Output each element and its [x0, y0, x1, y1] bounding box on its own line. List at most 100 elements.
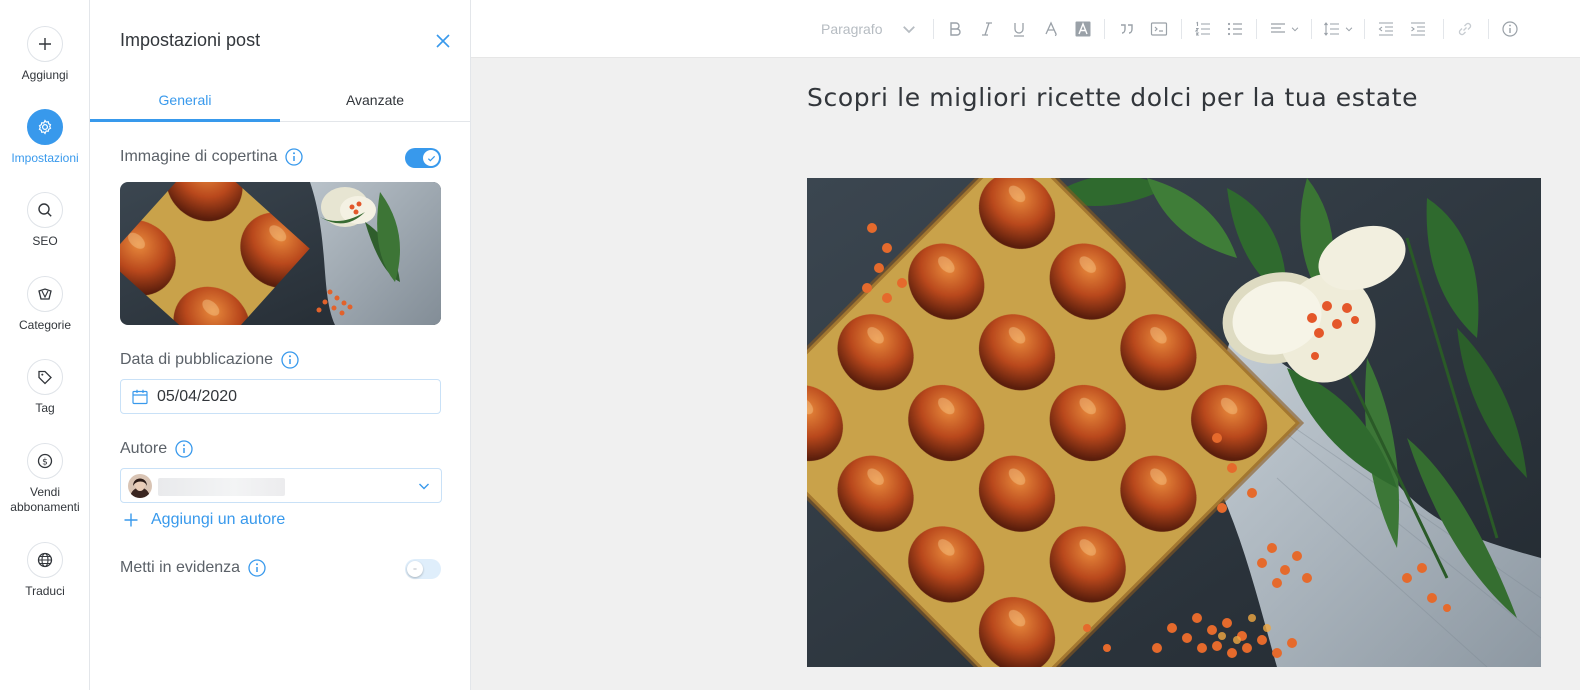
add-author-label: Aggiungi un autore	[151, 511, 286, 528]
cover-image-toggle[interactable]	[405, 148, 441, 168]
decrease-indent-button[interactable]	[1377, 19, 1395, 39]
rail-label: Aggiungi	[21, 68, 69, 82]
paragraph-style-select[interactable]: Paragrafo	[821, 19, 918, 39]
line-spacing-icon	[1324, 22, 1339, 36]
ordered-list-icon	[1194, 21, 1210, 36]
featured-toggle[interactable]	[405, 559, 441, 579]
panel-tabs: Generali Avanzate	[90, 78, 471, 122]
link-icon	[1458, 22, 1472, 36]
chevron-down-icon	[1291, 27, 1299, 32]
publish-date-value: 05/04/2020	[157, 387, 238, 405]
italic-icon	[982, 22, 992, 36]
rail-label: SEO	[32, 234, 58, 248]
search-icon	[27, 192, 63, 228]
decrease-indent-icon	[1378, 22, 1393, 36]
toolbar-divider	[1488, 19, 1489, 39]
publish-date-field[interactable]: 05/04/2020	[120, 379, 441, 414]
info-icon[interactable]	[285, 148, 304, 166]
highlight-button[interactable]	[1074, 19, 1092, 39]
svg-text:$: $	[42, 457, 48, 467]
globe-icon	[27, 542, 63, 578]
quote-button[interactable]	[1118, 19, 1136, 39]
info-icon[interactable]	[248, 559, 266, 577]
ordered-list-button[interactable]	[1194, 19, 1212, 39]
rail-label: Impostazioni	[11, 151, 79, 165]
italic-button[interactable]	[978, 19, 996, 39]
link-button[interactable]	[1456, 19, 1474, 39]
plus-icon	[27, 26, 63, 62]
info-icon[interactable]	[175, 440, 193, 458]
underline-button[interactable]	[1010, 19, 1028, 39]
post-settings-panel: Impostazioni post Generali Avanzate Imma…	[90, 0, 471, 690]
author-name-redacted	[158, 478, 285, 496]
info-icon[interactable]	[281, 351, 299, 369]
rail-label: Tag	[35, 401, 55, 415]
close-icon	[436, 34, 450, 48]
bullet-list-button[interactable]	[1226, 19, 1244, 39]
publish-date-label-text: Data di pubblicazione	[120, 351, 273, 368]
underline-icon	[1014, 23, 1024, 37]
tag-icon	[27, 359, 63, 395]
post-editor: Paragrafo Scopri le migliori ricette dol…	[471, 0, 1580, 690]
toolbar-divider	[1311, 19, 1312, 39]
bold-icon	[950, 22, 961, 36]
cover-image-label-text: Immagine di copertina	[120, 148, 278, 165]
close-button[interactable]	[433, 31, 453, 51]
rail-item-translate[interactable]: Traduci	[0, 542, 90, 599]
author-label-text: Autore	[120, 440, 168, 457]
tab-generali[interactable]: Generali	[90, 78, 280, 122]
rail-item-tag[interactable]: Tag	[0, 359, 90, 416]
calendar-icon	[132, 389, 148, 404]
rail-item-add[interactable]: Aggiungi	[0, 26, 90, 83]
toolbar-divider	[1181, 19, 1182, 39]
align-icon	[1271, 23, 1285, 33]
featured-label-text: Metti in evidenza	[120, 559, 241, 576]
rail-label: Traduci	[25, 584, 65, 598]
info-button[interactable]	[1501, 19, 1519, 39]
increase-indent-icon	[1411, 22, 1425, 36]
cover-image-thumbnail[interactable]	[120, 182, 441, 325]
text-color-icon	[1045, 21, 1057, 37]
align-button[interactable]	[1269, 19, 1300, 39]
chevron-down-icon	[1345, 27, 1353, 32]
panel-title: Impostazioni post	[120, 30, 261, 50]
plus-icon	[124, 513, 138, 527]
left-rail: Aggiungi Impostazioni SEO Categorie Tag …	[0, 0, 90, 690]
toolbar-divider	[933, 19, 934, 39]
dollar-icon: $	[27, 443, 63, 479]
paragraph-style-value: Paragrafo	[821, 21, 883, 37]
highlight-icon	[1075, 21, 1091, 37]
text-color-button[interactable]	[1042, 19, 1060, 39]
quote-icon	[1121, 24, 1133, 34]
toolbar-divider	[1104, 19, 1105, 39]
cover-image-label: Immagine di copertina	[120, 148, 304, 166]
toolbar-divider	[1364, 19, 1365, 39]
bold-button[interactable]	[946, 19, 964, 39]
rail-item-sell-subscriptions[interactable]: $ Vendi abbonamenti	[0, 443, 90, 515]
line-spacing-button[interactable]	[1323, 19, 1354, 39]
gear-icon	[27, 109, 63, 145]
chevron-down-icon	[903, 26, 916, 34]
rail-item-categories[interactable]: Categorie	[0, 276, 90, 333]
chevron-down-icon	[419, 483, 429, 490]
rail-label: Categorie	[18, 318, 72, 332]
code-block-button[interactable]	[1150, 19, 1168, 39]
rail-item-settings[interactable]: Impostazioni	[0, 109, 90, 166]
post-title[interactable]: Scopri le migliori ricette dolci per la …	[807, 83, 1418, 112]
increase-indent-button[interactable]	[1409, 19, 1427, 39]
post-hero-image[interactable]	[807, 178, 1541, 667]
check-icon	[423, 150, 439, 166]
formatting-toolbar: Paragrafo	[471, 0, 1580, 58]
toggle-knob	[407, 561, 423, 577]
publish-date-label: Data di pubblicazione	[120, 351, 299, 369]
avatar	[128, 474, 152, 498]
add-author-link[interactable]: Aggiungi un autore	[123, 511, 285, 529]
tab-avanzate[interactable]: Avanzate	[280, 78, 470, 122]
bullet-list-icon	[1227, 22, 1242, 36]
author-dropdown[interactable]	[120, 468, 442, 503]
info-icon	[1502, 21, 1518, 37]
categories-icon	[27, 276, 63, 312]
author-label: Autore	[120, 440, 193, 458]
toolbar-divider	[1443, 19, 1444, 39]
rail-item-seo[interactable]: SEO	[0, 192, 90, 249]
